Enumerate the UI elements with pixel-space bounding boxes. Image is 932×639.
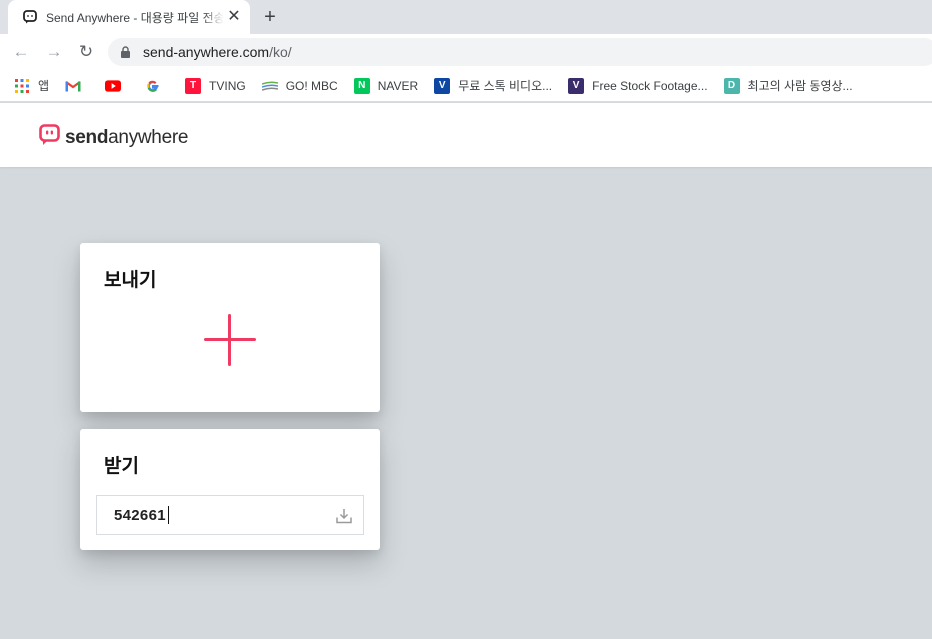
- naver-icon: N: [353, 77, 370, 94]
- receive-title: 받기: [104, 455, 139, 477]
- tving-icon: T: [185, 77, 202, 94]
- bookmarks-bar: 앱 T TVING GO! MBC N NAVER V 무료 스톡 비디오...…: [0, 70, 932, 102]
- logo-text: sendanywhere: [65, 127, 188, 149]
- bookmark-gmail[interactable]: [65, 78, 89, 94]
- bookmark-label: 무료 스톡 비디오...: [458, 79, 553, 93]
- forward-arrow-icon[interactable]: →: [43, 41, 65, 63]
- bookmark-google[interactable]: [145, 78, 169, 94]
- new-tab-button[interactable]: +: [259, 6, 281, 28]
- bookmark-label: GO! MBC: [285, 78, 338, 93]
- logo-text-bold: send: [65, 126, 109, 148]
- receive-key-value: 542661: [114, 506, 166, 524]
- url-path: /ko/: [269, 44, 292, 60]
- bookmark-free-stock-footage[interactable]: V Free Stock Footage...: [568, 77, 708, 94]
- address-bar[interactable]: send-anywhere.com/ko/: [108, 38, 932, 66]
- bookmark-tving[interactable]: T TVING: [185, 77, 246, 94]
- bookmark-apps[interactable]: 앱: [14, 77, 49, 94]
- v-icon: V: [434, 77, 451, 94]
- gmail-icon: [65, 78, 81, 94]
- url-host: send-anywhere.com: [143, 44, 270, 60]
- text-caret: [167, 506, 169, 524]
- site-header: sendanywhere: [0, 103, 932, 167]
- bookmark-label: NAVER: [377, 78, 419, 93]
- bookmark-label: 앱: [38, 79, 50, 93]
- send-title: 보내기: [104, 269, 157, 291]
- bookmark-naver[interactable]: N NAVER: [353, 77, 419, 94]
- v-dark-icon: V: [568, 77, 585, 94]
- reload-icon[interactable]: ↻: [75, 41, 97, 63]
- send-card: 보내기: [80, 243, 380, 412]
- bookmark-label: TVING: [209, 78, 246, 93]
- bookmark-youtube[interactable]: [105, 78, 129, 94]
- add-file-plus-icon[interactable]: [204, 314, 256, 366]
- tab-title: Send Anywhere - 대용량 파일 전송: [46, 10, 224, 25]
- active-tab[interactable]: Send Anywhere - 대용량 파일 전송 ✕: [8, 0, 250, 34]
- receive-key-input[interactable]: 542661: [96, 495, 364, 535]
- bookmark-label: 최고의 사람 동영상...: [747, 79, 853, 93]
- bookmark-stock-video[interactable]: V 무료 스톡 비디오...: [434, 77, 552, 94]
- d-icon: D: [723, 77, 740, 94]
- logo-text-light: anywhere: [108, 126, 189, 148]
- download-icon[interactable]: [335, 507, 353, 525]
- browser-toolbar: ← → ↻ send-anywhere.com/ko/: [0, 34, 932, 70]
- lock-icon[interactable]: [120, 46, 131, 58]
- bookmark-mbc[interactable]: GO! MBC: [261, 78, 338, 94]
- google-icon: [145, 78, 161, 94]
- sendanywhere-logo-icon: [39, 124, 60, 151]
- receive-card: 받기 542661: [80, 429, 380, 550]
- bookmark-people-video[interactable]: D 최고의 사람 동영상...: [723, 77, 853, 94]
- apps-grid-icon: [14, 78, 30, 94]
- back-arrow-icon[interactable]: ←: [10, 41, 32, 63]
- close-tab-icon[interactable]: ✕: [226, 9, 242, 25]
- url-text[interactable]: send-anywhere.com/ko/: [143, 44, 292, 60]
- sendanywhere-logo[interactable]: sendanywhere: [39, 124, 188, 151]
- mbc-icon: [261, 78, 278, 94]
- youtube-icon: [105, 78, 122, 94]
- bookmark-label: Free Stock Footage...: [592, 78, 708, 93]
- tab-strip: Send Anywhere - 대용량 파일 전송 ✕ +: [0, 0, 932, 34]
- sendanywhere-favicon-icon: [22, 9, 38, 25]
